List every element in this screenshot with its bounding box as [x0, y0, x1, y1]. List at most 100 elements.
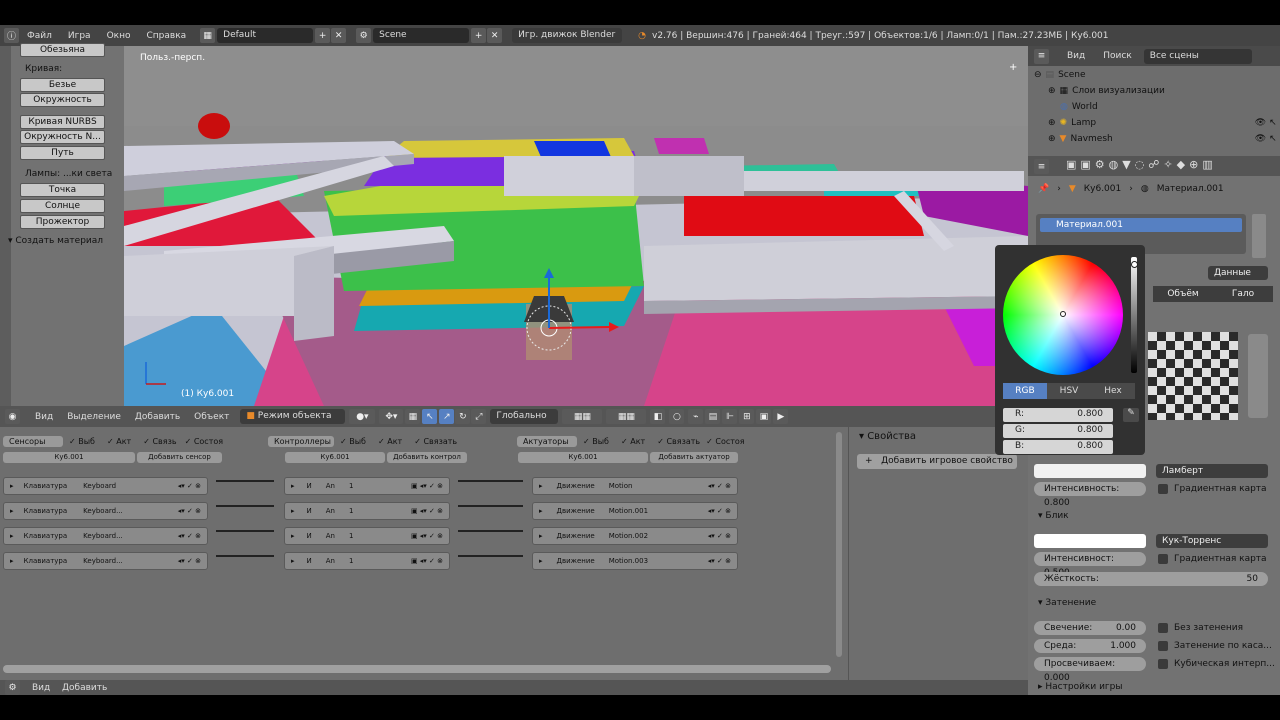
controller-brick[interactable]: ▸ И An 1 ▣ ◂▾ ✓ ⊗ — [284, 477, 450, 495]
editor-type-icon[interactable]: ◉ — [5, 409, 20, 424]
menu-window[interactable]: Окно — [99, 31, 139, 41]
scene-icon[interactable]: ⚙ — [356, 28, 372, 43]
diffuse-shader-dropdown[interactable]: Ламберт — [1156, 464, 1268, 478]
outliner-row-scene[interactable]: ⊖ ▤ Scene — [1034, 67, 1274, 83]
logic-menu-add[interactable]: Добавить — [62, 683, 107, 693]
menu-view[interactable]: Вид — [28, 412, 60, 422]
actuator-brick[interactable]: ▸ Движение Motion.001 ◂▾ ✓ ⊗ — [532, 502, 738, 520]
mode-dropdown[interactable]: ■ Режим объекта — [240, 409, 346, 424]
menu-help[interactable]: Справка — [139, 31, 195, 41]
context-tab-icons[interactable]: ▣▣⚙◍▼◌☍✧◆⊕▥ — [1066, 158, 1217, 171]
ambient-field[interactable]: Среда: 1.000 — [1034, 639, 1146, 653]
controllers-link-toggle[interactable]: ✓ Связать — [414, 437, 457, 446]
snap-target-icon[interactable]: ⊩ — [722, 409, 738, 424]
outliner-editor-icon[interactable]: ≡ — [1034, 48, 1049, 64]
add-scene-icon[interactable]: + — [471, 28, 487, 43]
picker-tab-hsv[interactable]: HSV — [1047, 383, 1091, 399]
diffuse-intensity-field[interactable]: Интенсивность: 0.800 — [1034, 482, 1146, 508]
specular-section-header[interactable]: ▾ Блик — [1038, 511, 1069, 521]
actuator-brick[interactable]: ▸ Движение Motion.002 ◂▾ ✓ ⊗ — [532, 527, 738, 545]
opengl-render-icon[interactable]: ▣ — [756, 409, 772, 424]
actuators-state-toggle[interactable]: ✓ Состоя — [706, 437, 745, 446]
actuator-controls-icon[interactable]: ◂▾ ✓ ⊗ — [708, 557, 731, 565]
tool-shelf-tabs[interactable] — [0, 46, 11, 406]
shadeless-checkbox[interactable] — [1158, 623, 1168, 633]
viewport-shading-dropdown[interactable]: ●▾ — [349, 409, 376, 424]
visibility-icon[interactable]: 👁 ↖ ▣ — [1255, 118, 1280, 128]
specular-intensity-field[interactable]: Интенсивност: 0.500 — [1034, 552, 1146, 578]
expand-icon[interactable]: ⊕ — [1048, 118, 1056, 128]
expand-icon[interactable]: ⊕ — [1048, 86, 1056, 96]
menu-game[interactable]: Игра — [60, 31, 99, 41]
scene-field[interactable]: Scene — [373, 28, 470, 43]
controllers-act-toggle[interactable]: ✓ Акт — [378, 437, 402, 446]
layers-grid-2[interactable]: ▦▦ — [606, 409, 647, 424]
properties-editor-icon[interactable]: ≡ — [1034, 159, 1049, 174]
emit-field[interactable]: Свечение: 0.00 — [1034, 621, 1146, 635]
preview-type-buttons[interactable] — [1248, 334, 1268, 418]
tab-volume[interactable]: Объём — [1153, 286, 1213, 302]
visibility-icon[interactable]: 👁 ↖ ▣ — [1255, 134, 1280, 144]
sensors-link-toggle[interactable]: ✓ Связь — [143, 437, 176, 446]
menu-select[interactable]: Выделение — [60, 412, 128, 422]
material-slot-row[interactable]: Материал.001 — [1040, 218, 1242, 232]
bezier-button[interactable]: Безье — [20, 78, 105, 92]
layers-grid-1[interactable]: ▦▦ — [562, 409, 603, 424]
path-button[interactable]: Путь — [20, 146, 105, 160]
add-controller-button[interactable]: Добавить контрол — [387, 452, 467, 463]
controller-controls-icon[interactable]: ▣ ◂▾ ✓ ⊗ — [411, 532, 443, 540]
actuators-object-field[interactable]: Ку6.001 — [518, 452, 648, 463]
hardness-field[interactable]: Жёсткость: 50 — [1034, 572, 1268, 586]
pivot-dropdown[interactable]: ✥▾ — [379, 409, 404, 424]
actuator-brick[interactable]: ▸ Движение Motion ◂▾ ✓ ⊗ — [532, 477, 738, 495]
data-link-dropdown[interactable]: Данные — [1208, 266, 1268, 280]
cubic-interp-checkbox[interactable] — [1158, 659, 1168, 669]
remove-scene-icon[interactable]: ✕ — [487, 28, 503, 43]
blue-field[interactable]: B: 0.800 — [1003, 440, 1113, 454]
translate-icon[interactable]: ↗ — [439, 409, 455, 424]
outliner-menu-view[interactable]: Вид — [1067, 51, 1085, 61]
color-wheel-cursor[interactable] — [1060, 311, 1066, 317]
sensors-dropdown[interactable]: Сенсоры — [3, 435, 63, 447]
expand-icon[interactable]: ⊕ — [1048, 134, 1056, 144]
controller-controls-icon[interactable]: ▣ ◂▾ ✓ ⊗ — [411, 507, 443, 515]
eyedropper-icon[interactable]: ✎ — [1123, 408, 1139, 422]
tangent-shading-checkbox[interactable] — [1158, 641, 1168, 651]
grid-icon[interactable]: ▦ — [405, 409, 421, 424]
screen-layout-field[interactable]: Default — [217, 28, 314, 43]
screen-layout-icon[interactable]: ▦ — [200, 28, 216, 43]
sensors-state-toggle[interactable]: ✓ Состоя — [185, 437, 224, 446]
sensor-controls-icon[interactable]: ◂▾ ✓ ⊗ — [178, 557, 201, 565]
orientation-dropdown[interactable]: Глобально — [490, 409, 559, 424]
manipulator-toggle-icon[interactable]: ↖ — [422, 409, 438, 424]
add-actuator-button[interactable]: Добавить актуатор — [650, 452, 738, 463]
actuators-act-toggle[interactable]: ✓ Акт — [621, 437, 645, 446]
expand-icon[interactable]: ⊖ — [1034, 70, 1042, 80]
picker-tab-hex[interactable]: Hex — [1091, 383, 1135, 399]
outliner-display-dropdown[interactable]: Все сцены — [1143, 48, 1252, 64]
monkey-button[interactable]: Обезьяна — [20, 43, 105, 57]
specular-ramp-checkbox[interactable] — [1158, 554, 1168, 564]
menu-file[interactable]: Файл — [19, 31, 60, 41]
sun-lamp-button[interactable]: Солнце — [20, 199, 105, 213]
snap-icon[interactable]: ⌁ — [688, 409, 704, 424]
circle-curve-button[interactable]: Окружность — [20, 93, 105, 107]
proportional-edit-icon[interactable]: ○ — [669, 409, 685, 424]
add-game-property-button[interactable]: + Добавить игровое свойство — [857, 454, 1017, 469]
3d-viewport[interactable]: Польз.-персп. (1) Ку6.001 + — [124, 46, 1028, 406]
logic-editor-type-icon[interactable]: ⚙ — [5, 680, 20, 695]
add-sensor-button[interactable]: Добавить сенсор — [137, 452, 222, 463]
add-layout-icon[interactable]: + — [315, 28, 331, 43]
outliner-row-world[interactable]: ◍ World — [1060, 99, 1280, 115]
slot-add-remove-buttons[interactable] — [1252, 214, 1266, 258]
sensor-brick[interactable]: ▸ Клавиатура Keyboard ◂▾ ✓ ⊗ — [3, 477, 208, 495]
outliner-menu-search[interactable]: Поиск — [1103, 51, 1132, 61]
actuators-link-toggle[interactable]: ✓ Связать — [657, 437, 700, 446]
specular-shader-dropdown[interactable]: Кук-Торренс — [1156, 534, 1268, 548]
sensors-object-field[interactable]: Ку6.001 — [3, 452, 135, 463]
sensor-brick[interactable]: ▸ Клавиатура Keyboard... ◂▾ ✓ ⊗ — [3, 502, 208, 520]
controller-brick[interactable]: ▸ И An 1 ▣ ◂▾ ✓ ⊗ — [284, 552, 450, 570]
controller-brick[interactable]: ▸ И An 1 ▣ ◂▾ ✓ ⊗ — [284, 502, 450, 520]
sensor-controls-icon[interactable]: ◂▾ ✓ ⊗ — [178, 532, 201, 540]
game-settings-section-header[interactable]: ▸ Настройки игры — [1038, 682, 1122, 692]
